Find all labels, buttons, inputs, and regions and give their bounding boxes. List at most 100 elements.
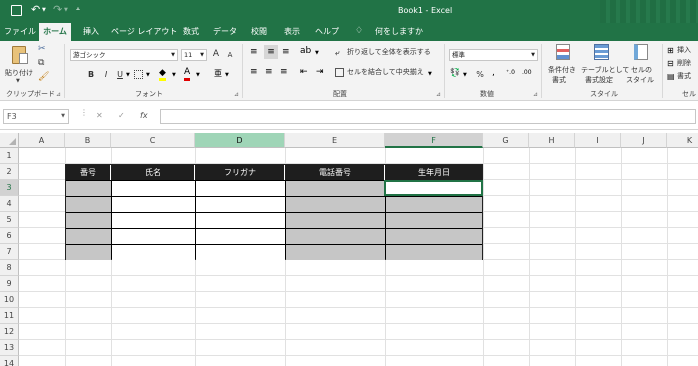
underline-button[interactable]: U — [115, 68, 125, 81]
name-box[interactable]: F3 ▼ — [3, 109, 69, 124]
number-launcher-icon[interactable]: ⊿ — [533, 91, 538, 98]
grow-font-button[interactable]: A — [211, 48, 221, 61]
table-cell-number[interactable] — [66, 197, 111, 212]
row-header-5[interactable]: 5 — [0, 212, 19, 228]
wrap-text-button[interactable]: 折り返して全体を表示する — [347, 47, 431, 58]
tab-data[interactable]: データ — [212, 23, 238, 41]
border-icon[interactable] — [134, 70, 143, 79]
align-bottom-icon[interactable]: ≡ — [282, 47, 290, 57]
table-cell-birthdate[interactable] — [386, 229, 482, 244]
italic-button[interactable]: I — [101, 68, 111, 81]
column-header-d[interactable]: D — [195, 133, 285, 148]
tab-insert[interactable]: 挿入 — [80, 23, 102, 41]
shrink-font-button[interactable]: A — [225, 49, 235, 62]
save-icon[interactable] — [11, 5, 22, 16]
header-cell-name[interactable]: 氏名 — [112, 165, 195, 180]
table-cell-birthdate[interactable] — [386, 197, 482, 212]
row-header-3[interactable]: 3 — [0, 180, 19, 196]
fill-color-icon[interactable]: ◆ — [159, 68, 166, 81]
align-top-icon[interactable]: ≡ — [250, 47, 258, 57]
align-middle-icon[interactable]: ≡ — [264, 45, 278, 59]
row-header-14[interactable]: 14 — [0, 356, 19, 366]
active-cell-f3[interactable] — [384, 180, 483, 196]
table-cell-number[interactable] — [66, 245, 111, 260]
currency-icon[interactable]: 💱 — [450, 68, 460, 77]
formula-input[interactable] — [160, 109, 696, 124]
cancel-icon[interactable]: ✕ — [96, 111, 103, 120]
redo-icon[interactable]: ↷ — [53, 3, 62, 16]
undo-dropdown-icon[interactable]: ▼ — [42, 7, 46, 13]
header-cell-number[interactable]: 番号 — [66, 165, 111, 180]
align-right-icon[interactable]: ≡ — [280, 67, 288, 77]
tab-formulas[interactable]: 数式 — [180, 23, 202, 41]
align-left-icon[interactable]: ≡ — [250, 67, 258, 77]
copy-icon[interactable]: ⧉ — [38, 58, 44, 68]
merge-center-icon[interactable] — [335, 68, 344, 77]
tab-file[interactable]: ファイル — [4, 23, 36, 41]
comma-icon[interactable]: , — [492, 68, 495, 78]
format-cells-button[interactable]: 書式 — [677, 71, 691, 82]
table-cell-phone[interactable] — [286, 197, 385, 212]
percent-button[interactable]: % — [475, 68, 485, 81]
insert-cells-button[interactable]: 挿入 — [677, 45, 691, 56]
table-cell-furigana[interactable] — [196, 213, 285, 228]
number-format-dropdown[interactable]: 標準 ▼ — [449, 49, 538, 61]
delete-cells-icon[interactable]: ⊟ — [667, 59, 674, 68]
table-cell-phone[interactable] — [286, 213, 385, 228]
underline-dropdown-icon[interactable]: ▼ — [126, 72, 130, 78]
align-center-icon[interactable]: ≡ — [265, 67, 273, 77]
enter-icon[interactable]: ✓ — [118, 111, 125, 120]
tab-review[interactable]: 校閲 — [248, 23, 270, 41]
select-all-corner[interactable] — [0, 133, 19, 148]
increase-decimal-icon[interactable]: ⁺.0 — [506, 69, 515, 76]
font-name-dropdown[interactable]: 游ゴシック ▼ — [70, 49, 178, 61]
insert-function-icon[interactable]: fx — [140, 111, 148, 120]
table-cell-phone[interactable] — [286, 229, 385, 244]
column-header-f[interactable]: F — [385, 133, 483, 148]
table-cell-birthdate[interactable] — [386, 245, 482, 260]
table-cell-name[interactable] — [112, 181, 195, 196]
border-dropdown-icon[interactable]: ▼ — [146, 72, 150, 78]
table-cell-furigana[interactable] — [196, 197, 285, 212]
alignment-launcher-icon[interactable]: ⊿ — [436, 91, 441, 98]
column-header-j[interactable]: J — [621, 133, 667, 148]
table-cell-number[interactable] — [66, 213, 111, 228]
column-header-g[interactable]: G — [483, 133, 529, 148]
phonetic-dropdown-icon[interactable]: ▼ — [225, 72, 229, 78]
header-cell-phone[interactable]: 電話番号 — [286, 165, 385, 180]
row-header-4[interactable]: 4 — [0, 196, 19, 212]
tab-help[interactable]: ヘルプ — [313, 23, 341, 41]
increase-indent-icon[interactable]: ⇥ — [316, 67, 324, 77]
delete-cells-button[interactable]: 削除 — [677, 58, 691, 69]
row-header-8[interactable]: 8 — [0, 260, 19, 276]
format-painter-icon[interactable]: 🖌 — [38, 72, 49, 82]
row-header-2[interactable]: 2 — [0, 164, 19, 180]
insert-cells-icon[interactable]: ⊞ — [667, 46, 674, 55]
row-header-7[interactable]: 7 — [0, 244, 19, 260]
cell-styles-button[interactable]: セルの スタイル — [624, 44, 658, 88]
clipboard-launcher-icon[interactable]: ⊿ — [56, 91, 61, 98]
tab-page-layout[interactable]: ページ レイアウト — [111, 23, 177, 41]
font-color-icon[interactable]: A — [184, 67, 191, 81]
phonetic-icon[interactable]: 亜 — [214, 68, 222, 79]
row-header-1[interactable]: 1 — [0, 148, 19, 164]
table-cell-furigana[interactable] — [196, 229, 285, 244]
font-color-dropdown-icon[interactable]: ▼ — [196, 72, 200, 78]
header-cell-furigana[interactable]: フリガナ — [196, 165, 285, 180]
orientation-dropdown-icon[interactable]: ▼ — [315, 50, 319, 56]
table-cell-phone[interactable] — [286, 245, 385, 260]
format-cells-icon[interactable]: ▤ — [667, 72, 675, 81]
row-header-13[interactable]: 13 — [0, 340, 19, 356]
undo-icon[interactable]: ↶ — [31, 3, 40, 16]
column-header-c[interactable]: C — [111, 133, 195, 148]
cut-icon[interactable]: ✂ — [38, 44, 46, 54]
row-header-12[interactable]: 12 — [0, 324, 19, 340]
decrease-indent-icon[interactable]: ⇤ — [300, 67, 308, 77]
merge-dropdown-icon[interactable]: ▼ — [428, 71, 432, 77]
font-size-dropdown[interactable]: 11 ▼ — [181, 49, 207, 61]
table-cell-furigana[interactable] — [196, 181, 285, 196]
table-cell-number[interactable] — [66, 181, 111, 196]
table-cell-number[interactable] — [66, 229, 111, 244]
table-cell-phone[interactable] — [286, 181, 385, 196]
table-cell-name[interactable] — [112, 197, 195, 212]
